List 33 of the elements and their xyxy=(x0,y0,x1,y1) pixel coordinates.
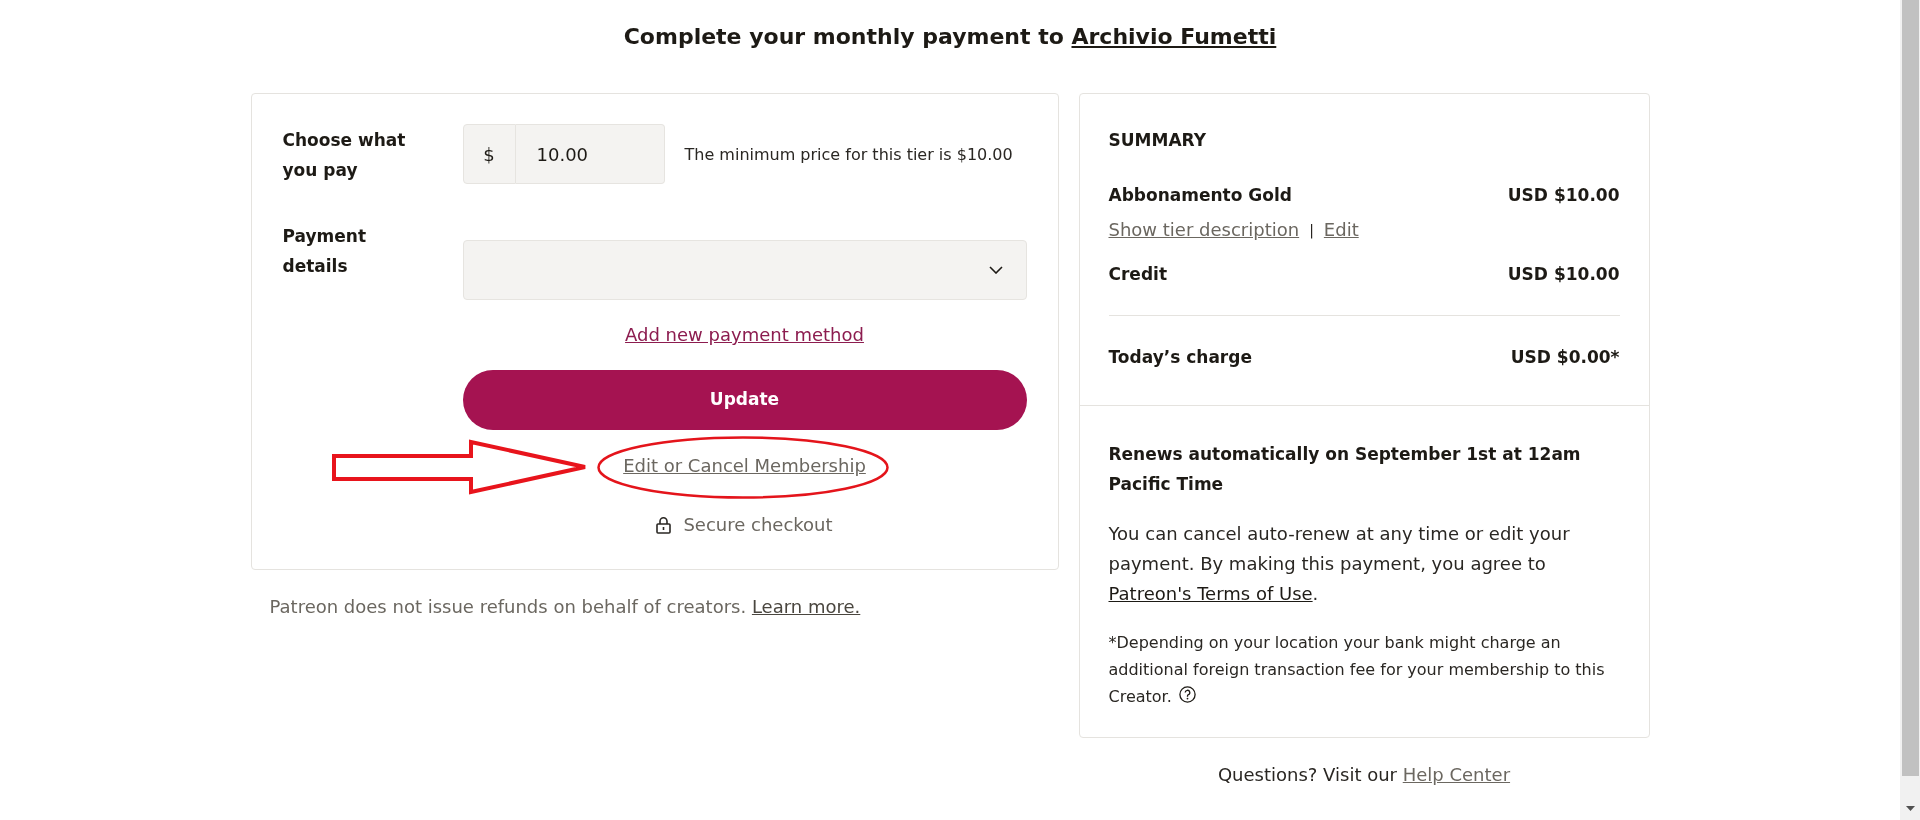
summary-item-amount: USD $10.00 xyxy=(1507,184,1620,207)
payment-details-label: Payment details xyxy=(282,225,367,278)
add-payment-method-link[interactable]: Add new payment method xyxy=(625,321,864,349)
tier-edit-link[interactable]: Edit xyxy=(1323,216,1359,244)
total-label: Today’s charge xyxy=(1108,346,1252,369)
footnote-text: *Depending on your location your bank might charge an additional foreign transaction fee for your membership to this Creator. xyxy=(1108,632,1606,708)
chevron-down-icon xyxy=(988,266,1003,274)
price-hint: The minimum price for this tier is $10.00 xyxy=(684,143,1013,166)
secure-checkout-text: Secure checkout xyxy=(683,513,833,537)
price-label: Choose what you pay xyxy=(282,129,407,182)
link-separator: | xyxy=(1309,221,1314,241)
help-center-link[interactable]: Help Center xyxy=(1402,764,1511,785)
help-text: Questions? Visit our Help Center xyxy=(1217,763,1511,787)
payment-method-select[interactable] xyxy=(462,240,1027,300)
lock-icon xyxy=(656,516,672,534)
renewal-notice: Renews automatically on September 1st at 12am Pacific Time xyxy=(1108,443,1582,496)
price-input[interactable]: 10.00 xyxy=(515,124,665,184)
terms-of-use-link[interactable]: Patreon's Terms of Use xyxy=(1108,583,1313,604)
summary-item-label: Abbonamento Gold xyxy=(1108,184,1292,207)
refund-note: Patreon does not issue refunds on behalf of creators. Learn more. xyxy=(268,595,862,619)
total-amount: USD $0.00* xyxy=(1510,346,1620,369)
creator-link[interactable]: Archivio Fumetti xyxy=(1071,24,1277,49)
tier-description-link[interactable]: Show tier description xyxy=(1108,216,1300,244)
learn-more-link[interactable]: Learn more. xyxy=(751,596,861,617)
summary-item-amount: USD $10.00 xyxy=(1507,263,1620,286)
help-icon[interactable] xyxy=(1178,686,1196,703)
currency-prefix: $ xyxy=(462,124,516,184)
page-title: Complete your monthly payment to Archivio Fumetti xyxy=(623,23,1277,51)
scroll-down-icon[interactable] xyxy=(1905,806,1915,811)
summary-item-label: Credit xyxy=(1108,263,1167,286)
summary-heading: SUMMARY xyxy=(1108,129,1207,152)
terms-text: You can cancel auto-renew at any time or edit your payment. By making this payment, you agree to Patreon's Terms of Use. xyxy=(1108,522,1571,606)
update-button[interactable]: Update xyxy=(462,370,1027,430)
